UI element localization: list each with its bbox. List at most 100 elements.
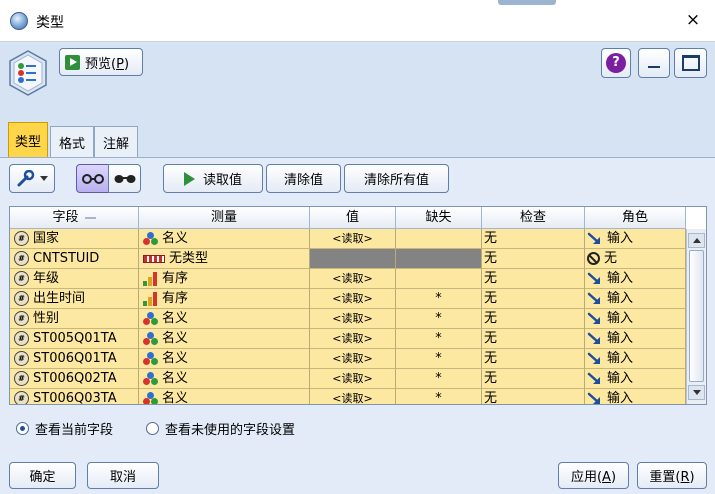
scroll-down-icon[interactable] <box>688 385 705 400</box>
missing-cell[interactable]: * <box>396 289 482 309</box>
view-toggle-open-button[interactable] <box>76 164 109 193</box>
column-header-check[interactable]: 检查 <box>482 207 585 229</box>
missing-cell[interactable]: * <box>396 349 482 369</box>
apply-button[interactable]: 应用(A) <box>558 462 629 489</box>
measure-cell[interactable]: 名义 <box>139 229 310 249</box>
tab-format[interactable]: 格式 <box>50 126 94 157</box>
check-cell[interactable]: 无 <box>482 289 585 309</box>
view-unused-fields-radio[interactable] <box>146 422 159 435</box>
minimize-button[interactable] <box>638 48 670 78</box>
clear-all-values-button[interactable]: 清除所有值 <box>344 164 449 193</box>
read-values-button[interactable]: 读取值 <box>163 164 263 193</box>
missing-cell[interactable]: * <box>396 369 482 389</box>
field-cell[interactable]: # 国家 <box>10 229 139 249</box>
check-cell[interactable]: 无 <box>482 329 585 349</box>
column-header-values[interactable]: 值 <box>310 207 396 229</box>
input-arrow-icon <box>587 332 600 344</box>
role-label: 输入 <box>607 291 634 306</box>
measure-cell[interactable]: 名义 <box>139 309 310 329</box>
tab-annotations[interactable]: 注解 <box>94 126 138 157</box>
field-cell[interactable]: # ST006Q03TA <box>10 389 139 404</box>
values-cell[interactable]: <读取> <box>310 269 396 289</box>
table-row[interactable]: # ST006Q03TA 名义 <读取> * 无 输入 <box>10 389 686 404</box>
measure-label: 名义 <box>162 231 189 246</box>
role-cell[interactable]: 输入 <box>585 329 686 349</box>
table-row[interactable]: # CNTSTUID 无类型 无 无 <box>10 249 686 269</box>
role-cell[interactable]: 输入 <box>585 269 686 289</box>
table-row[interactable]: # ST006Q02TA 名义 <读取> * 无 输入 <box>10 369 686 389</box>
field-cell[interactable]: # 性别 <box>10 309 139 329</box>
missing-cell[interactable] <box>396 229 482 249</box>
column-header-role[interactable]: 角色 <box>585 207 686 229</box>
check-cell[interactable]: 无 <box>482 249 585 269</box>
table-vertical-scrollbar[interactable] <box>686 229 706 404</box>
measure-cell[interactable]: 名义 <box>139 329 310 349</box>
scroll-up-icon[interactable] <box>688 233 705 248</box>
table-row[interactable]: # 性别 名义 <读取> * 无 输入 <box>10 309 686 329</box>
column-header-measure[interactable]: 测量 <box>139 207 310 229</box>
maximize-button[interactable] <box>674 48 707 78</box>
measure-cell[interactable]: 有序 <box>139 289 310 309</box>
field-cell[interactable]: # ST006Q01TA <box>10 349 139 369</box>
role-cell[interactable]: 输入 <box>585 289 686 309</box>
view-current-fields-option[interactable]: 查看当前字段 <box>16 419 113 438</box>
missing-cell[interactable]: * <box>396 329 482 349</box>
check-cell[interactable]: 无 <box>482 309 585 329</box>
close-icon[interactable]: × <box>683 10 703 30</box>
clear-values-button[interactable]: 清除值 <box>266 164 341 193</box>
table-row[interactable]: # ST005Q01TA 名义 <读取> * 无 输入 <box>10 329 686 349</box>
check-cell[interactable]: 无 <box>482 349 585 369</box>
field-cell[interactable]: # ST006Q02TA <box>10 369 139 389</box>
tab-types[interactable]: 类型 <box>8 122 48 157</box>
cancel-button[interactable]: 取消 <box>87 462 159 489</box>
check-cell[interactable]: 无 <box>482 369 585 389</box>
missing-cell[interactable]: * <box>396 389 482 404</box>
field-cell[interactable]: # CNTSTUID <box>10 249 139 269</box>
tools-menu-button[interactable] <box>9 164 55 193</box>
missing-cell[interactable] <box>396 269 482 289</box>
missing-cell[interactable]: * <box>396 309 482 329</box>
values-cell[interactable]: <读取> <box>310 329 396 349</box>
ok-button[interactable]: 确定 <box>9 462 76 489</box>
role-cell[interactable]: 输入 <box>585 229 686 249</box>
role-cell[interactable]: 无 <box>585 249 686 269</box>
preview-button[interactable]: 预览(P) <box>59 48 143 76</box>
view-toggle-dark-button[interactable] <box>108 164 141 193</box>
scroll-thumb[interactable] <box>689 250 704 382</box>
role-cell[interactable]: 输入 <box>585 389 686 404</box>
view-unused-fields-option[interactable]: 查看未使用的字段设置 <box>146 419 295 438</box>
reset-button[interactable]: 重置(R) <box>637 462 707 489</box>
view-current-fields-radio[interactable] <box>16 422 29 435</box>
check-cell[interactable]: 无 <box>482 229 585 249</box>
missing-cell[interactable] <box>396 249 482 269</box>
values-cell[interactable]: <读取> <box>310 389 396 404</box>
values-cell[interactable]: <读取> <box>310 349 396 369</box>
field-type-icon: # <box>14 231 29 246</box>
values-cell[interactable]: <读取> <box>310 229 396 249</box>
field-type-icon: # <box>14 371 29 386</box>
measure-cell[interactable]: 名义 <box>139 369 310 389</box>
table-row[interactable]: # ST006Q01TA 名义 <读取> * 无 输入 <box>10 349 686 369</box>
measure-cell[interactable]: 有序 <box>139 269 310 289</box>
column-header-field[interactable]: 字段 <box>10 207 139 229</box>
field-cell[interactable]: # 出生时间 <box>10 289 139 309</box>
check-cell[interactable]: 无 <box>482 389 585 404</box>
role-cell[interactable]: 输入 <box>585 309 686 329</box>
column-header-missing[interactable]: 缺失 <box>396 207 482 229</box>
role-cell[interactable]: 输入 <box>585 349 686 369</box>
table-row[interactable]: # 出生时间 有序 <读取> * 无 输入 <box>10 289 686 309</box>
field-cell[interactable]: # 年级 <box>10 269 139 289</box>
help-button[interactable]: ? <box>601 48 631 78</box>
table-row[interactable]: # 年级 有序 <读取> 无 输入 <box>10 269 686 289</box>
role-cell[interactable]: 输入 <box>585 369 686 389</box>
values-cell[interactable]: <读取> <box>310 369 396 389</box>
measure-cell[interactable]: 名义 <box>139 349 310 369</box>
field-cell[interactable]: # ST005Q01TA <box>10 329 139 349</box>
check-cell[interactable]: 无 <box>482 269 585 289</box>
values-cell[interactable] <box>310 249 396 269</box>
measure-cell[interactable]: 名义 <box>139 389 310 404</box>
measure-cell[interactable]: 无类型 <box>139 249 310 269</box>
table-row[interactable]: # 国家 名义 <读取> 无 输入 <box>10 229 686 249</box>
values-cell[interactable]: <读取> <box>310 289 396 309</box>
values-cell[interactable]: <读取> <box>310 309 396 329</box>
